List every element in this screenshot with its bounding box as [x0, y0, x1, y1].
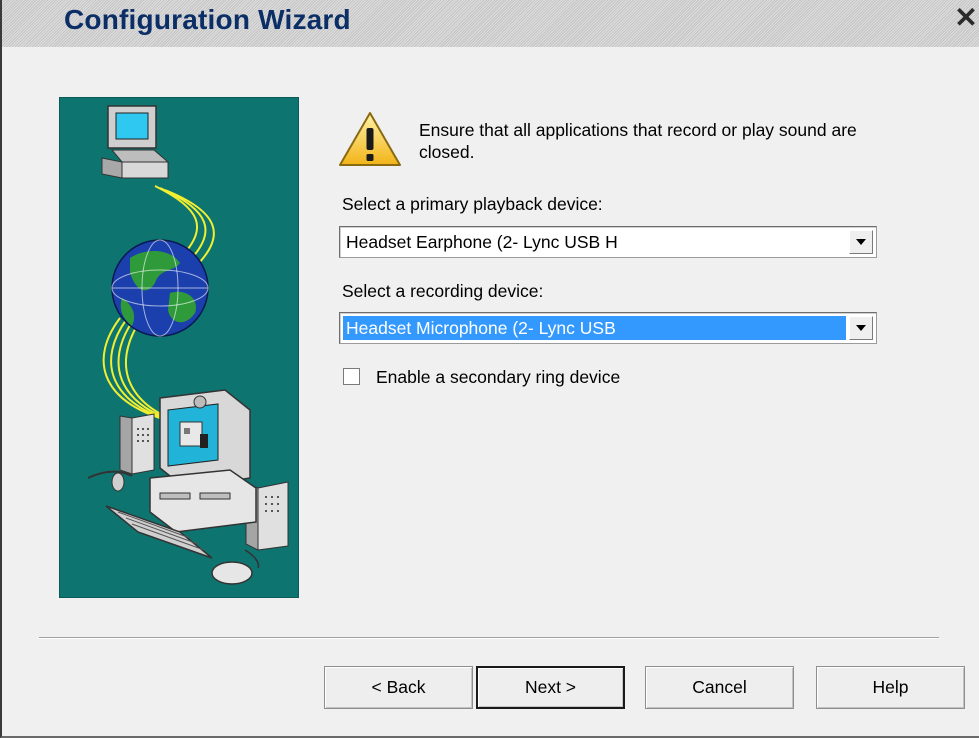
microphone-icon: [87, 470, 133, 492]
playback-device-dropdown-button[interactable]: [849, 230, 873, 254]
close-button[interactable]: ✕: [953, 4, 979, 34]
recording-device-select[interactable]: Headset Microphone (2- Lync USB: [339, 312, 877, 344]
next-button[interactable]: Next >: [476, 666, 625, 709]
close-icon: ✕: [954, 4, 978, 33]
chevron-down-icon: [856, 325, 866, 331]
mouse-icon: [211, 549, 260, 585]
recording-device-value: Headset Microphone (2- Lync USB: [343, 316, 846, 340]
configuration-wizard-window: Configuration Wizard ✕ Ensure that all a…: [0, 0, 979, 738]
cancel-button[interactable]: Cancel: [645, 666, 794, 709]
help-button[interactable]: Help: [816, 666, 965, 709]
back-button[interactable]: < Back: [324, 666, 473, 709]
computer-case-icon: [149, 469, 257, 533]
network-computers-illustration: [87, 105, 289, 585]
playback-device-select[interactable]: Headset Earphone (2- Lync USB H: [339, 226, 877, 258]
title-bar[interactable]: Configuration Wizard ✕: [2, 0, 979, 47]
secondary-ring-label[interactable]: Enable a secondary ring device: [376, 367, 620, 388]
speaker-left-icon: [119, 413, 155, 475]
window-title: Configuration Wizard: [64, 4, 351, 35]
playback-device-label: Select a primary playback device:: [342, 194, 603, 214]
chevron-down-icon: [856, 239, 866, 245]
recording-device-label: Select a recording device:: [342, 281, 544, 301]
globe-icon: [111, 239, 209, 337]
recording-device-dropdown-button[interactable]: [849, 316, 873, 340]
warning-triangle-icon: [339, 112, 401, 166]
small-computer-icon: [101, 105, 170, 179]
wizard-illustration: [59, 97, 299, 598]
footer-separator: [39, 637, 939, 639]
warning-message: Ensure that all applications that record…: [419, 120, 857, 162]
playback-device-value: Headset Earphone (2- Lync USB H: [346, 232, 618, 252]
secondary-ring-checkbox[interactable]: [343, 368, 360, 385]
